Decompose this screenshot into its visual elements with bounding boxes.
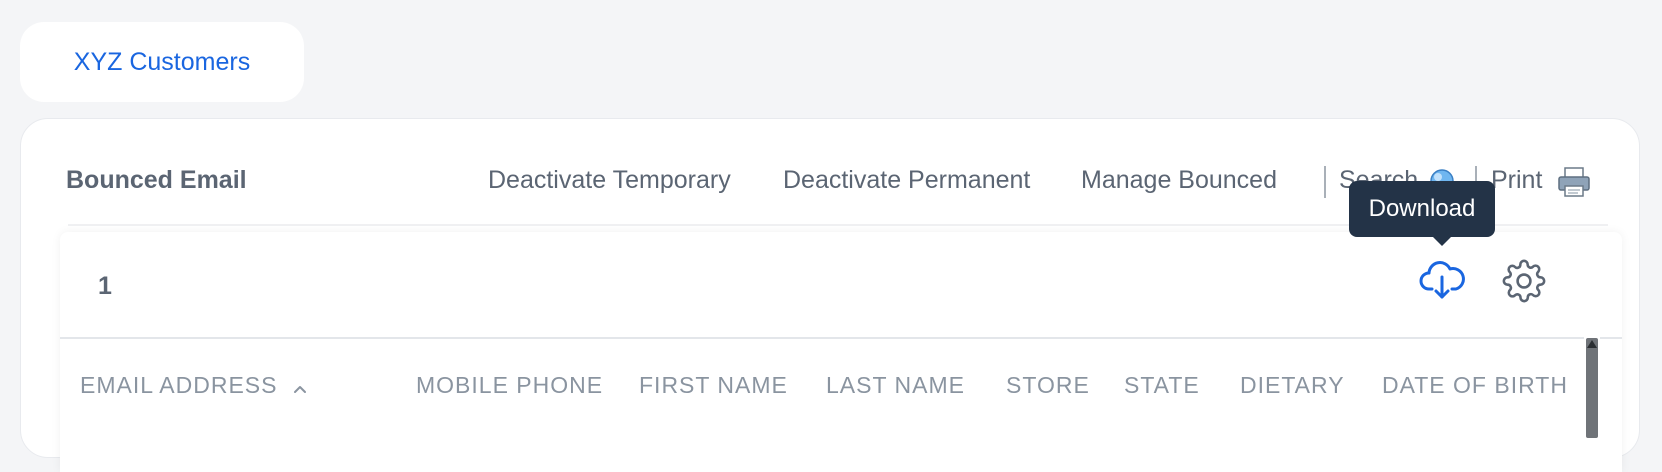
scroll-up-arrow-icon[interactable] [1586,338,1598,350]
customers-tab[interactable]: XYZ Customers [20,22,304,102]
print-link[interactable]: Print [1491,166,1542,195]
column-header-mobile-phone[interactable]: MOBILE PHONE [416,372,603,399]
toolbar-divider [1324,166,1326,198]
tooltip-arrow [1432,236,1452,246]
cloud-download-icon[interactable] [1419,259,1465,308]
column-header-label: EMAIL ADDRESS [80,372,278,398]
deactivate-temporary-link[interactable]: Deactivate Temporary [488,166,731,195]
column-header-last-name[interactable]: LAST NAME [826,372,965,399]
scrollbar-thumb[interactable] [1586,338,1598,438]
printer-icon[interactable] [1557,166,1591,203]
download-tooltip-text: Download [1368,195,1476,222]
table-header-divider [60,337,1622,339]
download-tooltip: Download [1349,181,1495,237]
column-header-state[interactable]: STATE [1124,372,1200,399]
table-panel: 1 [60,232,1622,472]
row-count: 1 [98,272,112,300]
chevron-up-icon [293,373,307,400]
column-header-dietary[interactable]: DIETARY [1240,372,1345,399]
column-header-first-name[interactable]: FIRST NAME [639,372,788,399]
manage-bounced-link[interactable]: Manage Bounced [1081,166,1277,195]
customers-tab-label: XYZ Customers [73,47,251,76]
deactivate-permanent-link[interactable]: Deactivate Permanent [783,166,1030,195]
section-title: Bounced Email [66,166,247,194]
column-header-store[interactable]: STORE [1006,372,1090,399]
column-header-email-address[interactable]: EMAIL ADDRESS [80,372,307,400]
column-header-date-of-birth[interactable]: DATE OF BIRTH [1382,372,1568,399]
gear-icon[interactable] [1502,259,1546,308]
